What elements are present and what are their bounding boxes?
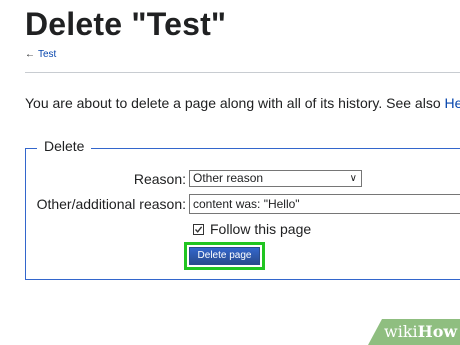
fieldset-legend: Delete [37, 138, 92, 154]
checkmark-icon [194, 226, 203, 233]
delete-page-button[interactable]: Delete page [189, 247, 260, 265]
delete-page: Delete "Test" ← Test You are about to del… [0, 0, 460, 345]
reason-selected-value: Other reason [193, 171, 264, 185]
back-link[interactable]: ← Test [25, 49, 56, 60]
follow-label: Follow this page [210, 221, 312, 237]
intro-text: You are about to delete a page along wit… [25, 95, 460, 111]
reason-select[interactable]: Other reason ∨ [189, 170, 362, 187]
help-link[interactable]: Help [445, 95, 460, 111]
intro-message: You are about to delete a page along wit… [25, 95, 445, 111]
other-reason-label: Other/additional reason: [36, 196, 186, 212]
wikihow-logo-part1: wiki [384, 322, 418, 341]
wikihow-logo-part2: How [417, 322, 458, 341]
follow-checkbox[interactable] [193, 224, 204, 235]
chevron-down-icon: ∨ [349, 173, 357, 184]
title-divider [25, 72, 460, 73]
back-link-label: Test [38, 49, 57, 60]
wikihow-logo: wikiHow [384, 322, 457, 341]
other-reason-input[interactable]: content was: "Hello" [189, 194, 460, 214]
back-arrow-icon: ← [25, 49, 35, 60]
reason-label: Reason: [133, 171, 186, 187]
page-title: Delete "Test" [25, 6, 227, 42]
